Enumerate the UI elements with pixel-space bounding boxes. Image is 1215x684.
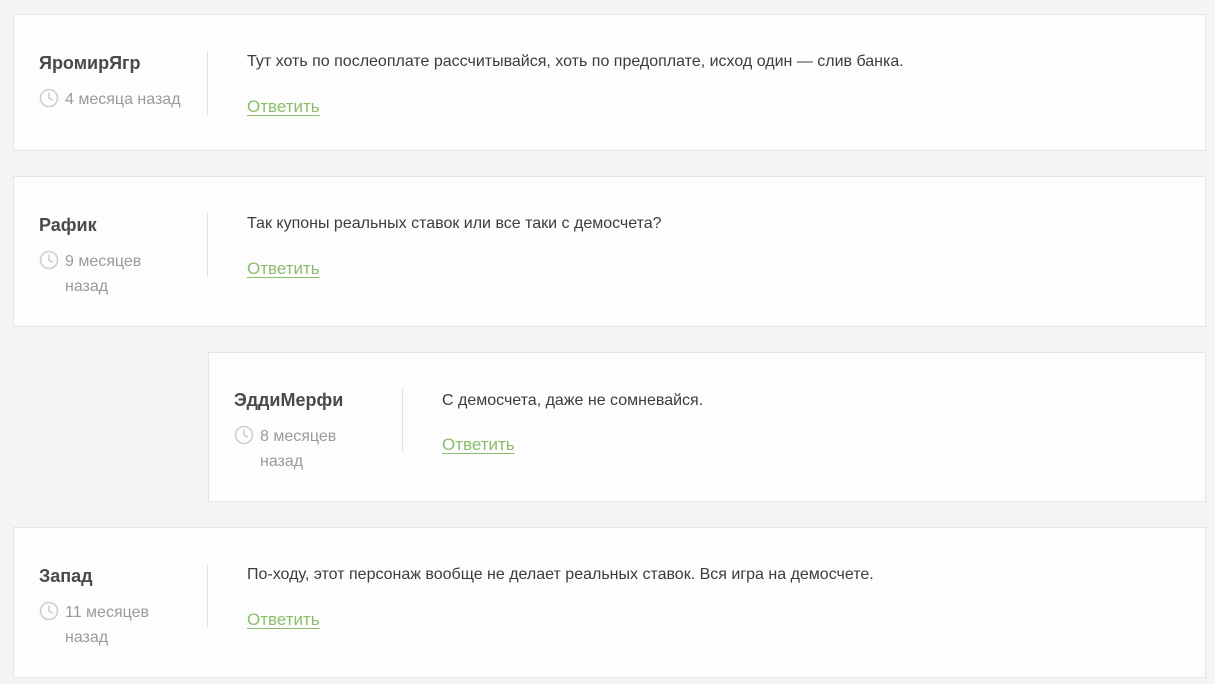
reply-link[interactable]: Ответить xyxy=(247,610,320,630)
comment-meta: 9 месяцев назад xyxy=(39,249,204,299)
comment-text: По-ходу, этот персонаж вообще не делает … xyxy=(247,566,874,583)
comment-text: Тут хоть по послеоплате рассчитывайся, х… xyxy=(247,53,904,70)
clock-icon xyxy=(39,250,59,270)
comment-meta: 4 месяца назад xyxy=(39,87,204,137)
comment-divider xyxy=(207,213,208,277)
reply-link[interactable]: Ответить xyxy=(442,435,515,455)
comment-card: Рафик 9 месяцев назад Так купоны реальны… xyxy=(13,176,1206,327)
comment-meta: 8 месяцев назад xyxy=(234,424,399,474)
comment-text: Так купоны реальных ставок или все таки … xyxy=(247,215,662,232)
clock-icon xyxy=(39,601,59,621)
comment-card: ЯромирЯгр 4 месяца назад Тут хоть по пос… xyxy=(13,14,1206,151)
comment-meta: 11 месяцев назад xyxy=(39,600,204,650)
comment-divider xyxy=(402,388,403,452)
comment-text: С демосчета, даже не сомневайся. xyxy=(442,392,704,409)
reply-link[interactable]: Ответить xyxy=(247,97,320,117)
clock-icon xyxy=(39,88,59,108)
comment-card: Запад 11 месяцев назад По-ходу, этот пер… xyxy=(13,527,1206,678)
comment-author-name[interactable]: ЭддиМерфи xyxy=(234,390,343,411)
comment-date: 9 месяцев назад xyxy=(65,253,142,295)
reply-link[interactable]: Ответить xyxy=(247,259,320,279)
comment-divider xyxy=(207,51,208,115)
comment-card-reply: ЭддиМерфи 8 месяцев назад С демосчета, д… xyxy=(208,352,1206,502)
comment-date: 11 месяцев назад xyxy=(65,604,149,646)
comment-date: 8 месяцев назад xyxy=(260,428,337,470)
comment-date: 4 месяца назад xyxy=(65,91,181,108)
comment-divider xyxy=(207,564,208,628)
comment-author-name[interactable]: ЯромирЯгр xyxy=(39,53,141,74)
comment-author-name[interactable]: Запад xyxy=(39,566,93,587)
comment-author-name[interactable]: Рафик xyxy=(39,215,97,236)
clock-icon xyxy=(234,425,254,445)
